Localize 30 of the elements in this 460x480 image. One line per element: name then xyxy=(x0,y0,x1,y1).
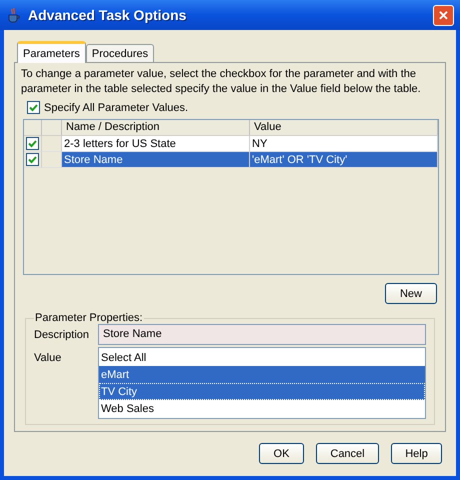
table-cell-text: Store Name xyxy=(64,152,123,168)
tab[interactable]: Parameters xyxy=(17,41,86,63)
list-item[interactable]: TV City xyxy=(99,383,425,400)
list-item[interactable]: Web Sales xyxy=(99,400,425,417)
list-item[interactable]: Select All xyxy=(99,349,425,366)
dialog-button[interactable]: OK xyxy=(259,443,304,464)
table-row[interactable]: 2-3 letters for US State NY xyxy=(24,136,438,152)
window-title: Advanced Task Options xyxy=(28,7,188,23)
cup-icon xyxy=(6,7,22,23)
column-header[interactable]: Value xyxy=(250,120,438,136)
table-cell-text: NY xyxy=(252,136,268,152)
table-row[interactable]: Store Name 'eMart' OR 'TV City' xyxy=(24,152,438,168)
column-header[interactable]: Name / Description xyxy=(62,120,250,136)
checkbox[interactable] xyxy=(26,153,39,166)
value-label: Value xyxy=(34,351,62,366)
dialog-button[interactable]: Help xyxy=(391,443,442,464)
tab[interactable]: Procedures xyxy=(86,44,154,62)
checkbox[interactable] xyxy=(27,101,40,114)
close-button[interactable]: ✕ xyxy=(433,4,454,26)
instructions-text: To change a parameter value, select the checkbox for the parameter and with the parameter in the table selected specify the value in the Value field below the table. xyxy=(21,67,422,97)
group-title: Parameter Properties: xyxy=(34,312,144,324)
dialog-button[interactable]: Cancel xyxy=(316,443,379,464)
new-button[interactable]: New xyxy=(385,283,437,304)
table-cell-text: 'eMart' OR 'TV City' xyxy=(252,152,348,168)
description-field[interactable]: Store Name xyxy=(98,324,426,345)
checkbox[interactable] xyxy=(26,137,39,150)
description-label: Description xyxy=(34,328,90,343)
list-item[interactable]: eMart xyxy=(99,366,425,383)
checkbox-label: Specify All Parameter Values. xyxy=(44,102,188,114)
table-cell-text: 2-3 letters for US State xyxy=(64,136,176,152)
